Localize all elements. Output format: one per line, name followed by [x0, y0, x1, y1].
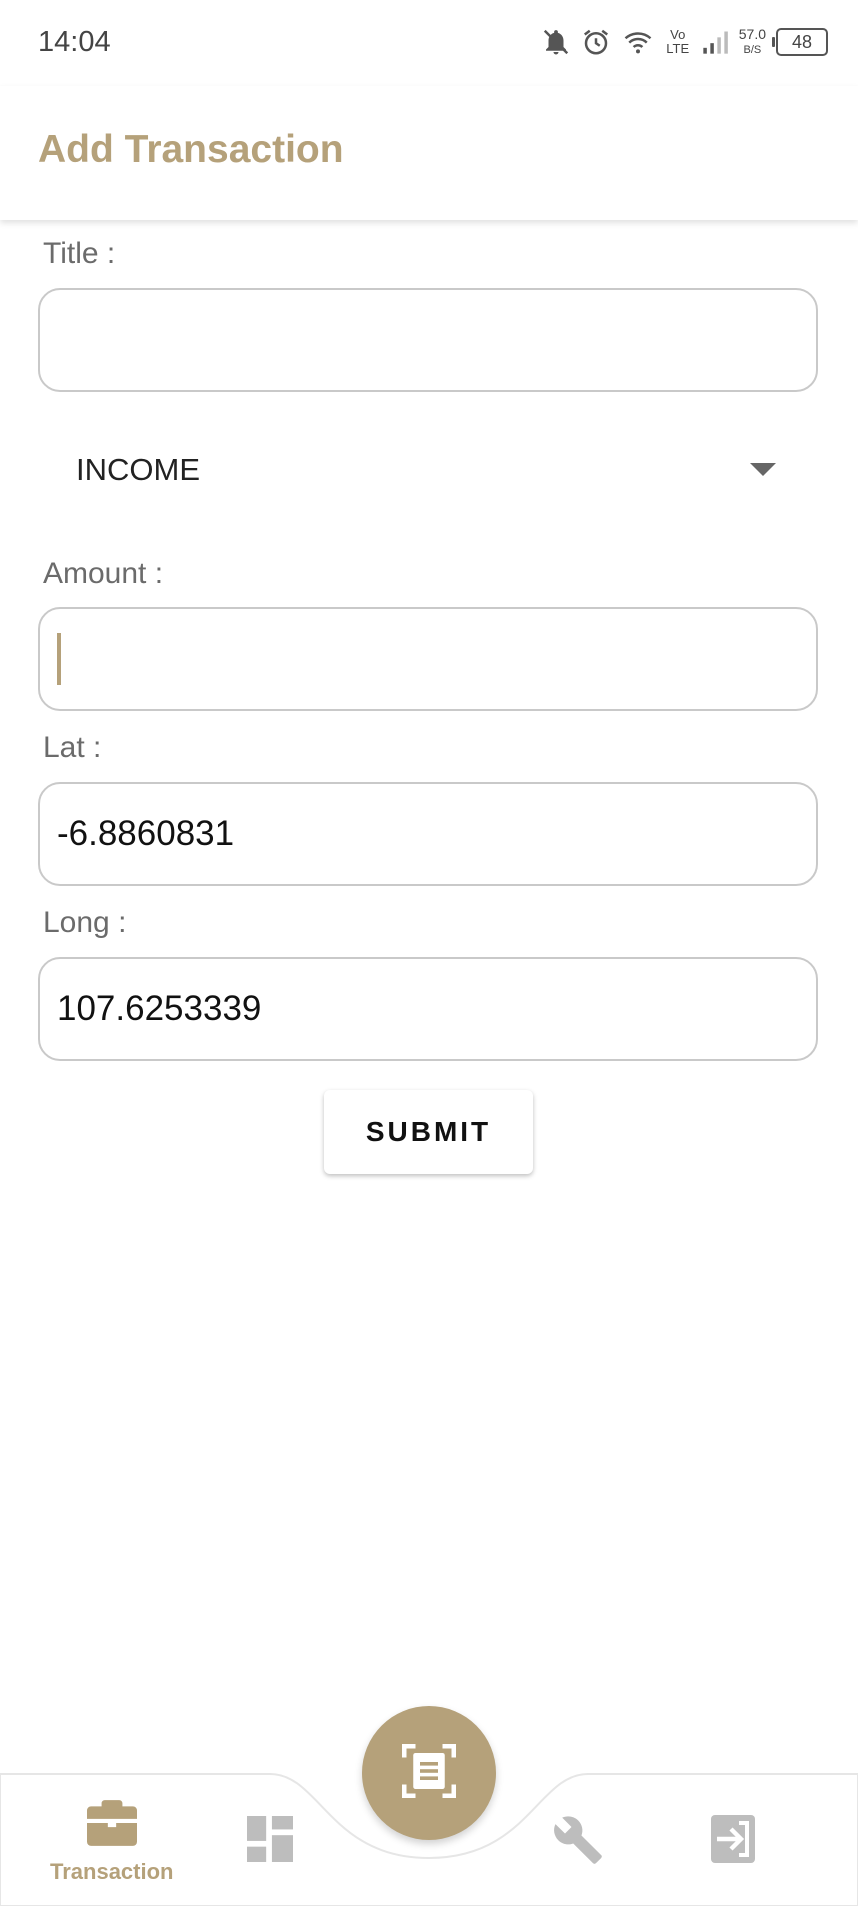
alarm-icon: [581, 27, 611, 57]
signal-icon: [701, 28, 729, 56]
bell-off-icon: [541, 27, 571, 57]
scan-fab-button[interactable]: [362, 1706, 496, 1840]
logout-icon: [711, 1814, 755, 1869]
nav-dashboard[interactable]: [247, 1816, 293, 1867]
wrench-icon: [552, 1814, 604, 1871]
scan-document-icon: [402, 1743, 456, 1803]
network-speed: 57.0 B/S: [739, 27, 766, 57]
battery-icon: 48: [772, 28, 828, 56]
network-speed-unit: B/S: [743, 44, 762, 56]
nav-logout[interactable]: [711, 1814, 755, 1869]
nav-settings[interactable]: [552, 1814, 604, 1871]
page-title: Add Transaction: [38, 128, 344, 171]
volte-icon: Vo LTE: [666, 27, 690, 56]
lat-label: Lat :: [43, 731, 102, 764]
dashboard-icon: [247, 1816, 293, 1867]
text-cursor: [57, 633, 61, 685]
transaction-type-value: INCOME: [76, 452, 200, 487]
long-label: Long :: [43, 906, 127, 939]
nav-transaction[interactable]: Transaction: [50, 1800, 173, 1885]
lat-input-value: -6.8860831: [57, 814, 235, 853]
lat-input[interactable]: -6.8860831: [38, 782, 818, 886]
submit-button[interactable]: SUBMIT: [324, 1090, 533, 1174]
dropdown-arrow-icon[interactable]: [750, 463, 776, 476]
status-icons: Vo LTE 57.0 B/S 48: [541, 22, 828, 62]
status-time: 14:04: [38, 26, 111, 58]
wifi-icon: [621, 27, 655, 57]
briefcase-icon: [86, 1800, 137, 1851]
title-input[interactable]: [38, 288, 818, 392]
long-input-value: 107.6253339: [57, 989, 262, 1028]
network-speed-value: 57.0: [738, 26, 766, 42]
nav-transaction-label: Transaction: [50, 1859, 174, 1884]
battery-level: 48: [791, 31, 813, 52]
amount-label: Amount :: [43, 557, 164, 590]
title-label: Title :: [43, 237, 116, 270]
amount-input[interactable]: [38, 607, 818, 711]
long-input[interactable]: 107.6253339: [38, 957, 818, 1061]
